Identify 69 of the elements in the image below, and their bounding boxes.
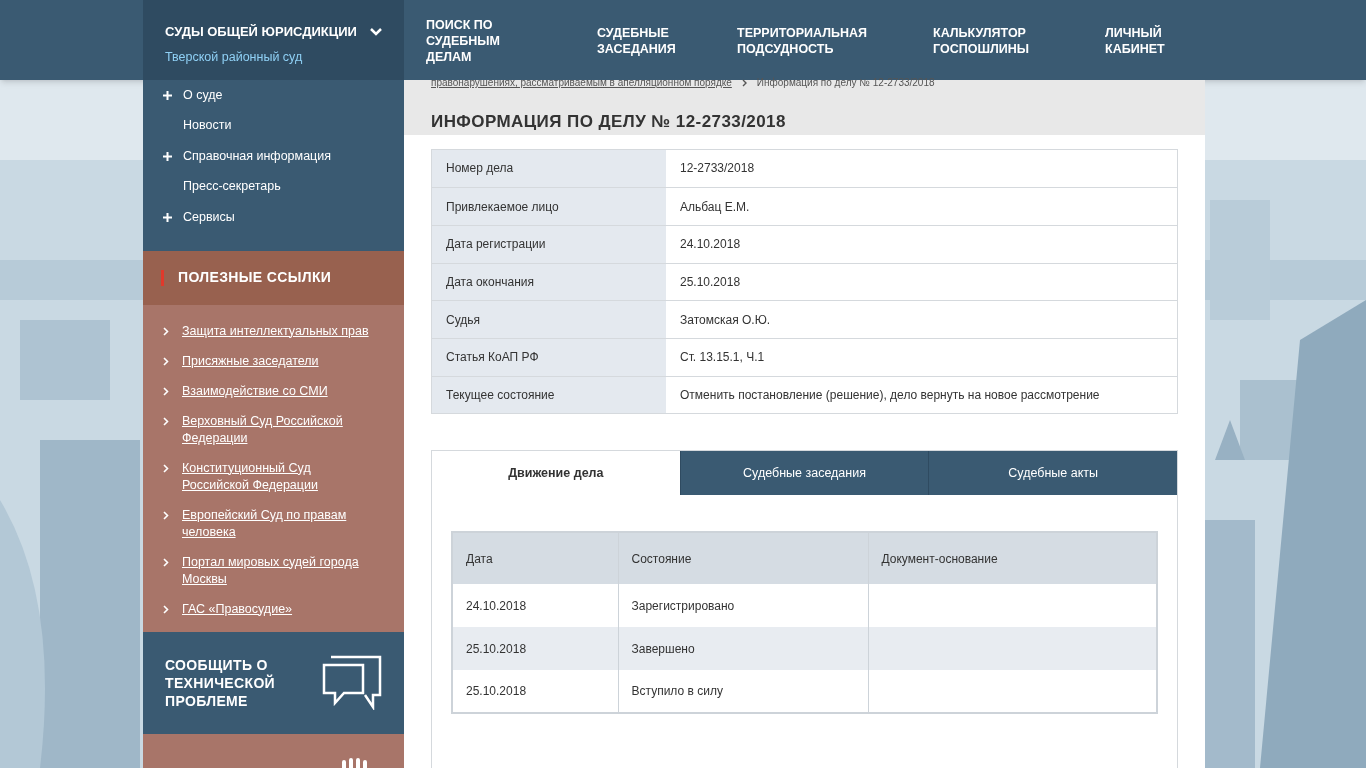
useful-link[interactable]: Европейский Суд по правам человека (182, 506, 374, 541)
tab[interactable]: Судебные заседания (679, 451, 929, 496)
menu-item-label: Справочная информация (183, 147, 332, 165)
plus-icon (163, 212, 172, 222)
case-field-value: 12-2733/2018 (679, 160, 756, 178)
chevron-right-icon (163, 510, 169, 520)
chevron-right-icon (163, 604, 169, 614)
nav-link[interactable]: ТЕРРИТОРИАЛЬНАЯ ПОДСУДНОСТЬ (737, 25, 872, 57)
table-cell: 25.10.2018 (466, 684, 527, 699)
chevron-right-icon (163, 356, 169, 366)
accent-bar (161, 269, 164, 286)
table-cell: Завершено (631, 641, 695, 656)
menu-item-label: Пресс-секретарь (183, 178, 281, 196)
hand-icon (340, 758, 370, 768)
breadcrumb-link[interactable]: правонарушениях, рассматриваемым в апелляционном порядке (431, 77, 732, 89)
sidebar-menu-item[interactable]: Справочная информация (143, 141, 404, 172)
jurisdiction-title: СУДЫ ОБЩЕЙ ЮРИСДИКЦИИ (165, 23, 357, 41)
case-field-label: Судья (432, 301, 666, 338)
jurisdiction-selector[interactable]: СУДЫ ОБЩЕЙ ЮРИСДИКЦИИ Тверской районный суд (143, 0, 404, 80)
useful-link[interactable]: Присяжные заседатели (182, 352, 319, 370)
nav-link[interactable]: ПОИСК ПО СУДЕБНЫМ ДЕЛАМ (426, 17, 548, 65)
case-field-value: Затомская О.Ю. (679, 311, 772, 329)
useful-link[interactable]: ГАС «Правосудие» (182, 600, 293, 618)
page-title: ИНФОРМАЦИЯ ПО ДЕЛУ № 12-2733/2018 (431, 111, 787, 133)
tab[interactable]: Судебные акты (928, 451, 1177, 496)
table-cell: Зарегистрировано (631, 598, 735, 613)
chevron-down-icon (370, 28, 382, 36)
chevron-right-icon (163, 326, 169, 336)
useful-link[interactable]: Защита интеллектуальных прав (182, 322, 369, 340)
chat-bubbles-icon (322, 655, 382, 710)
plus-icon (163, 90, 172, 100)
chevron-right-icon (163, 557, 169, 567)
useful-link[interactable]: Взаимодействие со СМИ (182, 382, 328, 400)
menu-item-label: Новости (183, 117, 232, 135)
chevron-right-icon (163, 416, 169, 426)
case-field-label: Статья КоАП РФ (432, 338, 666, 376)
useful-link[interactable]: Конституционный Суд Российской Федерации (182, 459, 374, 494)
case-field-label: Номер дела (432, 149, 666, 188)
plus-icon (163, 151, 172, 161)
case-field-label: Текущее состояние (432, 376, 666, 414)
case-field-label: Привлекаемое лицо (432, 188, 666, 225)
report-problem-button[interactable]: СООБЩИТЬ О ТЕХНИЧЕСКОЙ ПРОБЛЕМЕ (143, 631, 404, 734)
sidebar-menu-item[interactable]: Пресс-секретарь (143, 171, 404, 202)
useful-link[interactable]: Верховный Суд Российской Федерации (182, 412, 374, 447)
links-title: ПОЛЕЗНЫЕ ССЫЛКИ (178, 268, 332, 287)
useful-link[interactable]: Портал мировых судей города Москвы (182, 553, 374, 588)
chevron-right-icon (163, 463, 169, 473)
case-field-value: Отменить постановление (решение), дело вернуть на новое рассмотрение (679, 386, 1101, 404)
court-name: Тверской районный суд (165, 48, 304, 66)
nav-link[interactable]: ЛИЧНЫЙ КАБИНЕТ (1105, 25, 1167, 57)
case-field-value: Альбац Е.М. (679, 198, 751, 216)
case-field-label: Дата окончания (432, 263, 666, 301)
case-field-value: 25.10.2018 (679, 273, 742, 291)
menu-item-label: О суде (183, 86, 223, 104)
table-cell: 25.10.2018 (466, 641, 527, 656)
case-field-label: Дата регистрации (432, 225, 666, 263)
sidebar-menu-item[interactable]: Новости (143, 110, 404, 141)
chevron-right-icon (163, 386, 169, 396)
case-field-value: 24.10.2018 (679, 236, 742, 254)
menu-item-label: Сервисы (183, 208, 235, 226)
breadcrumb-current: Информация по делу № 12-2733/2018 (756, 77, 935, 89)
nav-link[interactable]: КАЛЬКУЛЯТОР ГОСПОШЛИНЫ (933, 25, 1033, 57)
table-cell: Вступило в силу (631, 684, 723, 699)
chevron-right-icon (741, 79, 747, 87)
table-cell: 24.10.2018 (466, 598, 527, 613)
case-field-value: Ст. 13.15.1, Ч.1 (679, 349, 766, 367)
nav-link[interactable]: СУДЕБНЫЕ ЗАСЕДАНИЯ (597, 25, 677, 57)
sidebar-menu-item[interactable]: Сервисы (143, 202, 404, 233)
sidebar-menu-item[interactable]: О суде (143, 80, 404, 111)
